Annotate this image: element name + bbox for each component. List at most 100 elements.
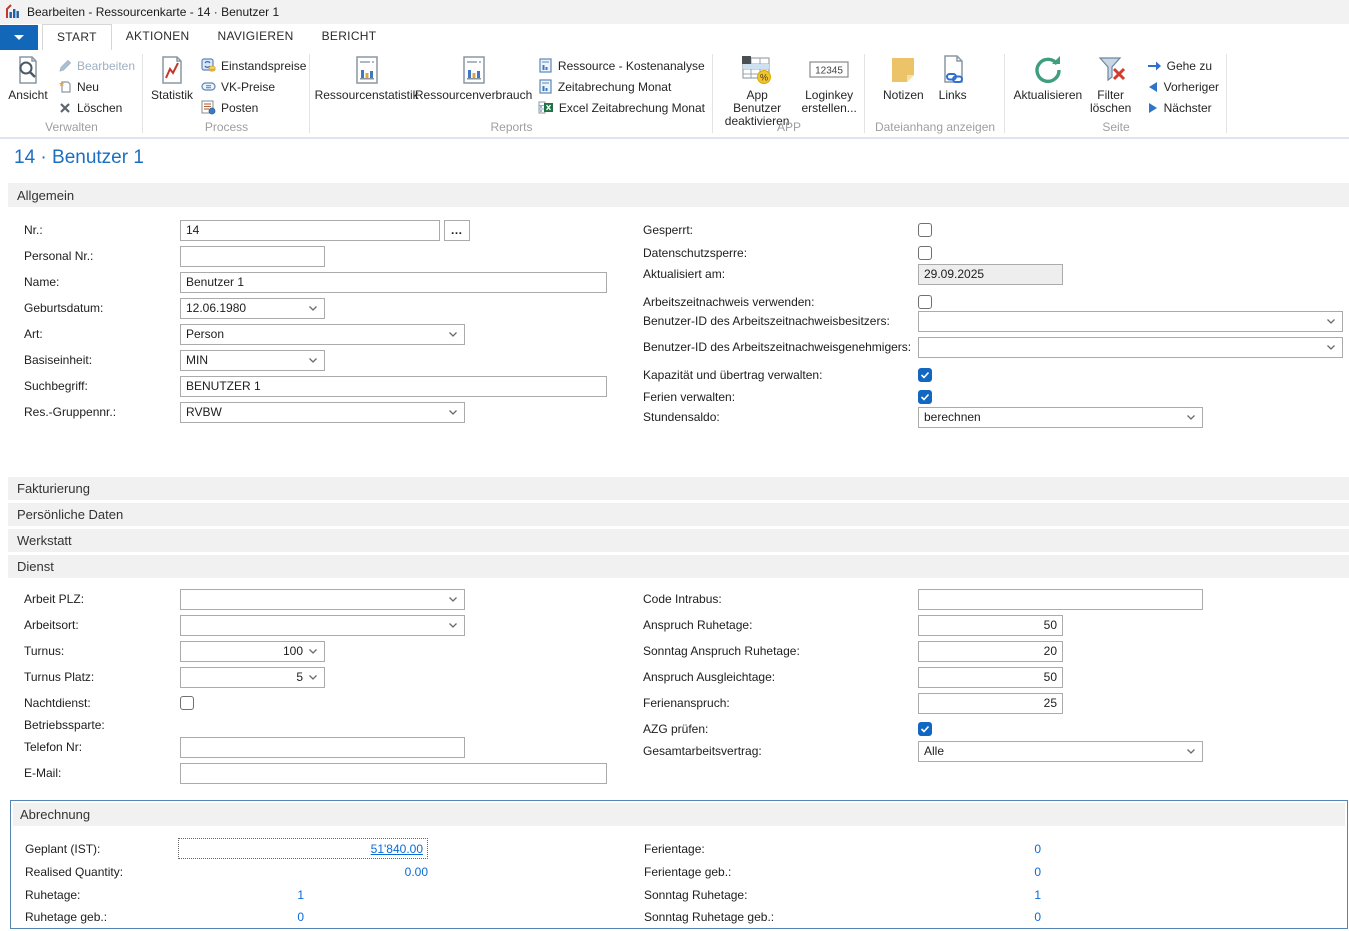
filter-loeschen-button[interactable]: Filter löschen xyxy=(1083,52,1139,118)
kapazitaet-checkbox[interactable] xyxy=(918,368,932,382)
ferienanspruch-field[interactable]: 25 xyxy=(918,693,1063,714)
note-icon xyxy=(887,54,919,86)
anspruch-ruhetage-field[interactable]: 50 xyxy=(918,615,1063,636)
section-header-abrechnung[interactable]: Abrechnung xyxy=(13,803,1345,826)
svg-text:%: % xyxy=(760,73,768,83)
sonntag-ruhetage-value: 1 xyxy=(919,888,1041,902)
ressource-kostenanalyse-button[interactable]: Ressource - Kostenanalyse xyxy=(534,55,709,76)
excel-zeitabrechung-monat-button[interactable]: Excel Zeitabrechung Monat xyxy=(534,97,709,118)
geplant-ist-field[interactable]: 51'840.00 xyxy=(178,838,428,859)
turnus-field[interactable]: 100 xyxy=(180,641,325,662)
suchbegriff-field[interactable]: BENUTZER 1 xyxy=(180,376,607,397)
nr-field[interactable]: 14 xyxy=(180,220,440,241)
chevron-down-icon xyxy=(307,302,319,314)
section-header-fakturierung[interactable]: Fakturierung xyxy=(8,477,1349,500)
arbeitsort-field[interactable] xyxy=(180,615,465,636)
section-header-dienst[interactable]: Dienst xyxy=(8,555,1349,578)
arbeit-plz-field[interactable] xyxy=(180,589,465,610)
field-row-ruhetage-geb: Ruhetage geb.: 0 xyxy=(25,906,304,927)
ressourcenverbrauch-button[interactable]: Ressourcenverbrauch xyxy=(417,52,530,118)
loeschen-button[interactable]: Löschen xyxy=(54,97,139,118)
anspruch-ausgleichtage-field[interactable]: 50 xyxy=(918,667,1063,688)
aktualisieren-button[interactable]: Aktualisieren xyxy=(1013,52,1083,118)
azg-pruefen-checkbox[interactable] xyxy=(918,722,932,736)
res-gruppennr-field[interactable]: RVBW xyxy=(180,402,465,423)
assist-edit-button[interactable]: … xyxy=(444,220,470,241)
vk-preise-button[interactable]: VK-Preise xyxy=(197,76,310,97)
notizen-label: Notizen xyxy=(883,89,924,102)
price-tag-icon xyxy=(201,79,216,94)
ressourcenstatistik-button[interactable]: Ressourcenstatistik xyxy=(316,52,417,118)
ressourcenstatistik-label: Ressourcenstatistik xyxy=(315,89,419,102)
personal-nr-field[interactable] xyxy=(180,246,325,267)
gesperrt-checkbox[interactable] xyxy=(918,223,932,237)
cost-prices-icon xyxy=(201,58,216,73)
tab-navigieren[interactable]: NAVIGIEREN xyxy=(203,24,307,50)
ribbon-group-seite: Aktualisieren Filter löschen xyxy=(1005,50,1227,135)
datenschutzsperre-checkbox[interactable] xyxy=(918,246,932,260)
previous-icon xyxy=(1147,81,1159,93)
geburtsdatum-field[interactable]: 12.06.1980 xyxy=(180,298,325,319)
group-label-reports: Reports xyxy=(310,120,713,134)
field-row-sonntag-ruhetage-geb: Sonntag Ruhetage geb.: 0 xyxy=(644,906,1041,927)
telefon-field[interactable] xyxy=(180,737,465,758)
code-intrabus-field[interactable] xyxy=(918,589,1203,610)
ribbon-tabs: START AKTIONEN NAVIGIEREN BERICHT xyxy=(42,24,390,50)
neu-button[interactable]: Neu xyxy=(54,76,139,97)
section-header-allgemein[interactable]: Allgemein xyxy=(8,183,1349,207)
field-row-arbeit-plz: Arbeit PLZ: xyxy=(24,588,465,610)
aktualisieren-label: Aktualisieren xyxy=(1013,89,1082,102)
goto-arrow-icon xyxy=(1147,60,1162,72)
field-row-betriebssparte: Betriebssparte: xyxy=(24,714,180,736)
chevron-down-icon xyxy=(14,35,24,40)
field-row-genehmiger-id: Benutzer-ID des Arbeitszeitnachweisgeneh… xyxy=(643,336,1343,358)
einstandspreise-button[interactable]: Einstandspreise xyxy=(197,55,310,76)
email-field[interactable] xyxy=(180,763,607,784)
gehe-zu-button[interactable]: Gehe zu xyxy=(1143,55,1223,76)
chevron-down-icon xyxy=(1185,411,1197,423)
ferien-verwalten-checkbox[interactable] xyxy=(918,390,932,404)
arbeitszeitnachweisgenehmiger-field[interactable] xyxy=(918,337,1343,358)
section-header-werkstatt[interactable]: Werkstatt xyxy=(8,529,1349,552)
view-document-icon xyxy=(12,54,44,86)
tab-bericht[interactable]: BERICHT xyxy=(308,24,391,50)
stundensaldo-field[interactable]: berechnen xyxy=(918,407,1203,428)
field-row-res-gruppennr: Res.-Gruppennr.: RVBW xyxy=(24,401,465,423)
group-label-process: Process xyxy=(143,120,310,134)
app-benutzer-deaktivieren-button[interactable]: % App Benutzer deaktivieren xyxy=(717,52,797,118)
filter-loeschen-label: Filter löschen xyxy=(1089,89,1133,115)
field-row-turnus-platz: Turnus Platz: 5 xyxy=(24,666,325,688)
tab-aktionen[interactable]: AKTIONEN xyxy=(112,24,204,50)
basiseinheit-field[interactable]: MIN xyxy=(180,350,325,371)
loginkey-erstellen-button[interactable]: 12345 Loginkey erstellen... xyxy=(797,52,861,118)
field-row-ferienanspruch: Ferienanspruch: 25 xyxy=(643,692,1063,714)
geplant-ist-value[interactable]: 51'840.00 xyxy=(371,842,423,856)
notizen-button[interactable]: Notizen xyxy=(877,52,930,118)
ribbon-tab-row: START AKTIONEN NAVIGIEREN BERICHT xyxy=(0,24,1349,50)
zeitabrechung-monat-button[interactable]: Zeitabrechung Monat xyxy=(534,76,709,97)
bearbeiten-button[interactable]: Bearbeiten xyxy=(54,55,139,76)
section-abrechnung: Abrechnung Geplant (IST): 51'840.00 Real… xyxy=(10,800,1348,929)
posten-button[interactable]: Posten xyxy=(197,97,310,118)
nachtdienst-checkbox[interactable] xyxy=(180,696,194,710)
field-row-geplant-ist: Geplant (IST): 51'840.00 xyxy=(25,838,428,859)
links-button[interactable]: Links xyxy=(930,52,976,118)
art-field[interactable]: Person xyxy=(180,324,465,345)
turnus-platz-field[interactable]: 5 xyxy=(180,667,325,688)
section-header-persoenliche-daten[interactable]: Persönliche Daten xyxy=(8,503,1349,526)
vorheriger-button[interactable]: Vorheriger xyxy=(1143,76,1223,97)
arbeitszeitnachweis-checkbox[interactable] xyxy=(918,295,932,309)
sonntag-anspruch-ruhetage-field[interactable]: 20 xyxy=(918,641,1063,662)
naechster-button[interactable]: Nächster xyxy=(1143,97,1223,118)
delete-x-icon xyxy=(58,101,72,115)
ribbon-menu-button[interactable] xyxy=(0,25,38,50)
field-row-aktualisiert-am: Aktualisiert am: 29.09.2025 xyxy=(643,263,1063,285)
arbeitszeitnachweisbesitzer-field[interactable] xyxy=(918,311,1343,332)
gesamtarbeitsvertrag-field[interactable]: Alle xyxy=(918,741,1203,762)
name-field[interactable]: Benutzer 1 xyxy=(180,272,607,293)
tab-start[interactable]: START xyxy=(42,24,112,50)
chevron-down-icon xyxy=(1325,315,1337,327)
statistik-button[interactable]: Statistik xyxy=(149,52,195,118)
ansicht-button[interactable]: Ansicht xyxy=(4,52,52,118)
field-row-ferientage-geb: Ferientage geb.: 0 xyxy=(644,861,1041,882)
